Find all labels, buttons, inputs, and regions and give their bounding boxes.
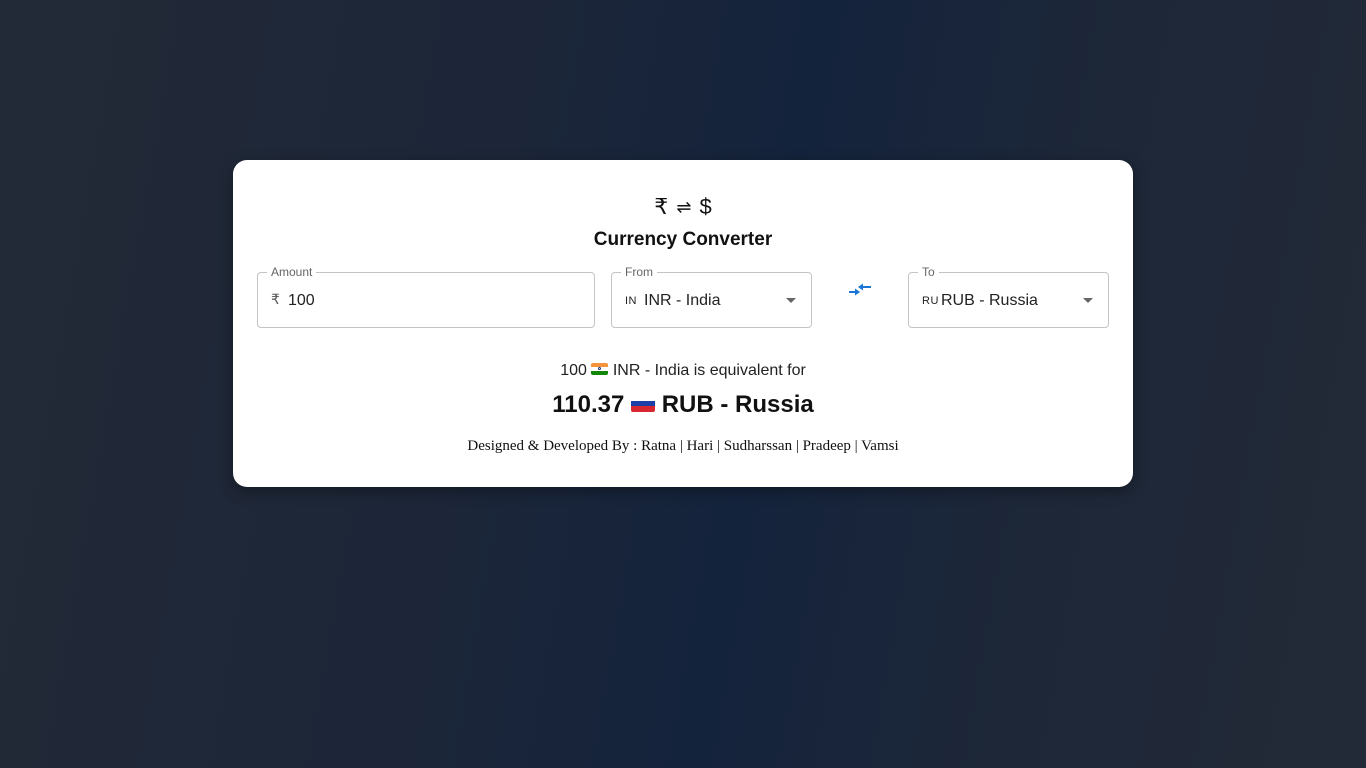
converter-card: ₹ ⇌ $ Currency Converter Amount ₹ 100 Fr…	[233, 160, 1133, 487]
to-selected-value: RUB - Russia	[941, 292, 1038, 309]
from-selected-value: INR - India	[644, 292, 721, 309]
converted-currency: RUB - Russia	[661, 391, 814, 418]
exchange-arrows-icon: ⇌	[676, 197, 692, 217]
result-source-amount: 100	[560, 362, 587, 379]
to-country-code: RU	[922, 295, 939, 307]
chevron-down-icon[interactable]	[786, 298, 796, 303]
rupee-symbol: ₹	[654, 194, 669, 219]
chevron-down-icon[interactable]	[1083, 298, 1093, 303]
from-currency-select[interactable]: From IN INR - India	[611, 265, 812, 328]
rupee-prefix-icon: ₹	[271, 291, 280, 307]
converted-result: 110.37 RUB - Russia	[233, 391, 1133, 419]
result-source-currency: INR - India	[612, 362, 690, 379]
to-currency-select[interactable]: To RU RUB - Russia	[908, 265, 1109, 328]
india-flag-icon	[591, 362, 609, 375]
amount-label: Amount	[267, 265, 317, 279]
app-logo: ₹ ⇌ $	[233, 194, 1133, 221]
swap-button[interactable]	[847, 279, 873, 303]
to-label: To	[918, 265, 939, 279]
from-label: From	[621, 265, 657, 279]
amount-input[interactable]: 100	[288, 291, 315, 311]
result-equivalent-text: is equivalent for	[693, 362, 806, 379]
dollar-symbol: $	[699, 194, 712, 219]
credits-footer: Designed & Developed By : Ratna | Hari |…	[467, 438, 899, 454]
page-title: Currency Converter	[593, 229, 773, 250]
russia-flag-icon	[631, 395, 656, 412]
swap-arrows-icon	[849, 283, 871, 296]
result-description: 100 INR - India is equivalent for	[233, 362, 1133, 380]
from-country-code: IN	[625, 295, 637, 307]
amount-field[interactable]: Amount ₹ 100	[257, 265, 595, 328]
converted-value: 110.37	[552, 391, 625, 418]
